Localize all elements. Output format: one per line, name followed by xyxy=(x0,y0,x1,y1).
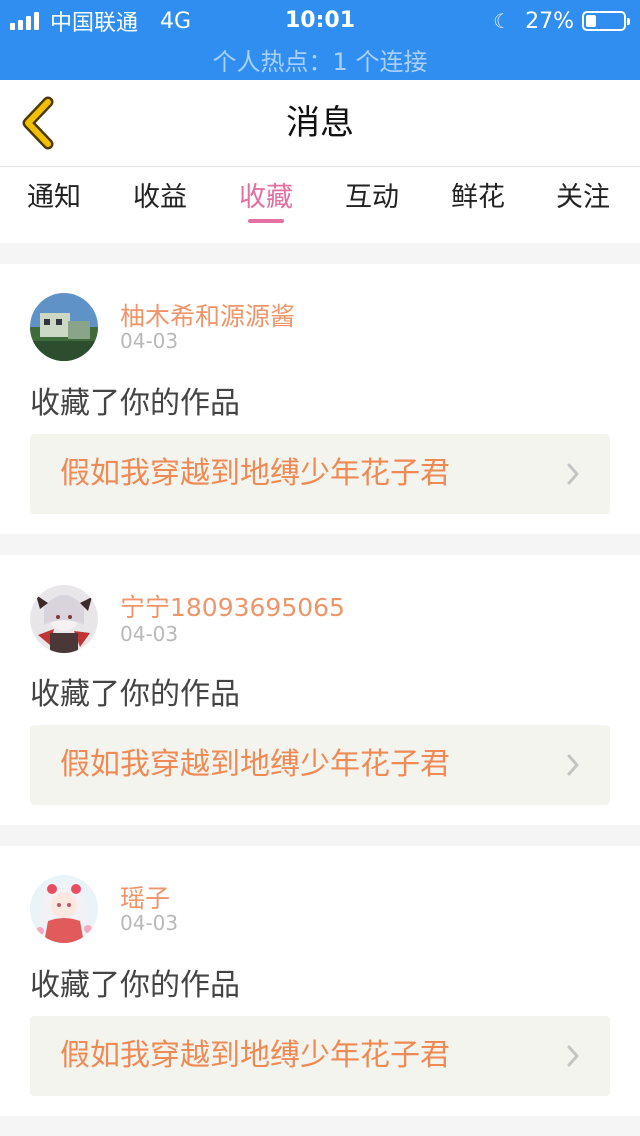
work-title: 假如我穿越到地缚少年花子君 xyxy=(60,1038,450,1073)
message-action: 收藏了你的作品 xyxy=(30,386,240,421)
nav-bar: 消息 xyxy=(0,80,640,167)
status-bar: 中国联通 4G 10:01 ☾ 27% 个人热点：1 个连接 xyxy=(0,0,640,80)
chevron-right-icon xyxy=(567,463,579,485)
work-link[interactable]: 假如我穿越到地缚少年花子君 xyxy=(30,725,610,805)
status-right: ☾ 27% xyxy=(493,6,630,36)
message-action: 收藏了你的作品 xyxy=(30,677,240,712)
message-action: 收藏了你的作品 xyxy=(30,968,240,1003)
message-card: 柚木希和源源酱 04-03 收藏了你的作品 假如我穿越到地缚少年花子君 xyxy=(0,264,640,534)
tab-label: 关注 xyxy=(556,182,610,213)
tab-flowers[interactable]: 鲜花 xyxy=(428,175,528,225)
message-date: 04-03 xyxy=(120,911,179,935)
tab-label: 互动 xyxy=(345,182,399,213)
message-card: 宁宁18093695065 04-03 收藏了你的作品 假如我穿越到地缚少年花子… xyxy=(0,555,640,825)
username[interactable]: 瑶子 xyxy=(120,879,170,915)
work-title: 假如我穿越到地缚少年花子君 xyxy=(60,456,450,491)
tab-label: 通知 xyxy=(27,182,81,213)
tab-notify[interactable]: 通知 xyxy=(4,175,104,225)
avatar[interactable] xyxy=(30,585,98,653)
moon-icon: ☾ xyxy=(493,9,512,33)
message-date: 04-03 xyxy=(120,329,179,353)
tab-interaction[interactable]: 互动 xyxy=(322,175,422,225)
tab-label: 收益 xyxy=(133,182,187,213)
work-link[interactable]: 假如我穿越到地缚少年花子君 xyxy=(30,434,610,514)
username[interactable]: 柚木希和源源酱 xyxy=(120,297,295,333)
tab-label: 鲜花 xyxy=(451,182,505,213)
chevron-right-icon xyxy=(567,1045,579,1067)
username[interactable]: 宁宁18093695065 xyxy=(120,588,345,624)
tab-follow[interactable]: 关注 xyxy=(533,175,633,225)
battery-icon xyxy=(582,11,630,31)
chevron-right-icon xyxy=(567,754,579,776)
page-title: 消息 xyxy=(286,103,354,143)
avatar[interactable] xyxy=(30,875,98,943)
tab-earnings[interactable]: 收益 xyxy=(110,175,210,225)
tab-favorites[interactable]: 收藏 xyxy=(216,175,316,225)
chevron-left-icon[interactable] xyxy=(14,96,64,150)
avatar[interactable] xyxy=(30,293,98,361)
battery-percent: 27% xyxy=(525,8,574,34)
tab-label: 收藏 xyxy=(239,182,293,213)
work-title: 假如我穿越到地缚少年花子君 xyxy=(60,747,450,782)
hotspot-banner[interactable]: 个人热点：1 个连接 xyxy=(0,42,640,77)
message-date: 04-03 xyxy=(120,622,179,646)
message-card: 瑶子 04-03 收藏了你的作品 假如我穿越到地缚少年花子君 xyxy=(0,846,640,1116)
tab-bar: 通知 收益 收藏 互动 鲜花 关注 xyxy=(0,167,640,243)
work-link[interactable]: 假如我穿越到地缚少年花子君 xyxy=(30,1016,610,1096)
active-tab-indicator xyxy=(248,219,284,223)
